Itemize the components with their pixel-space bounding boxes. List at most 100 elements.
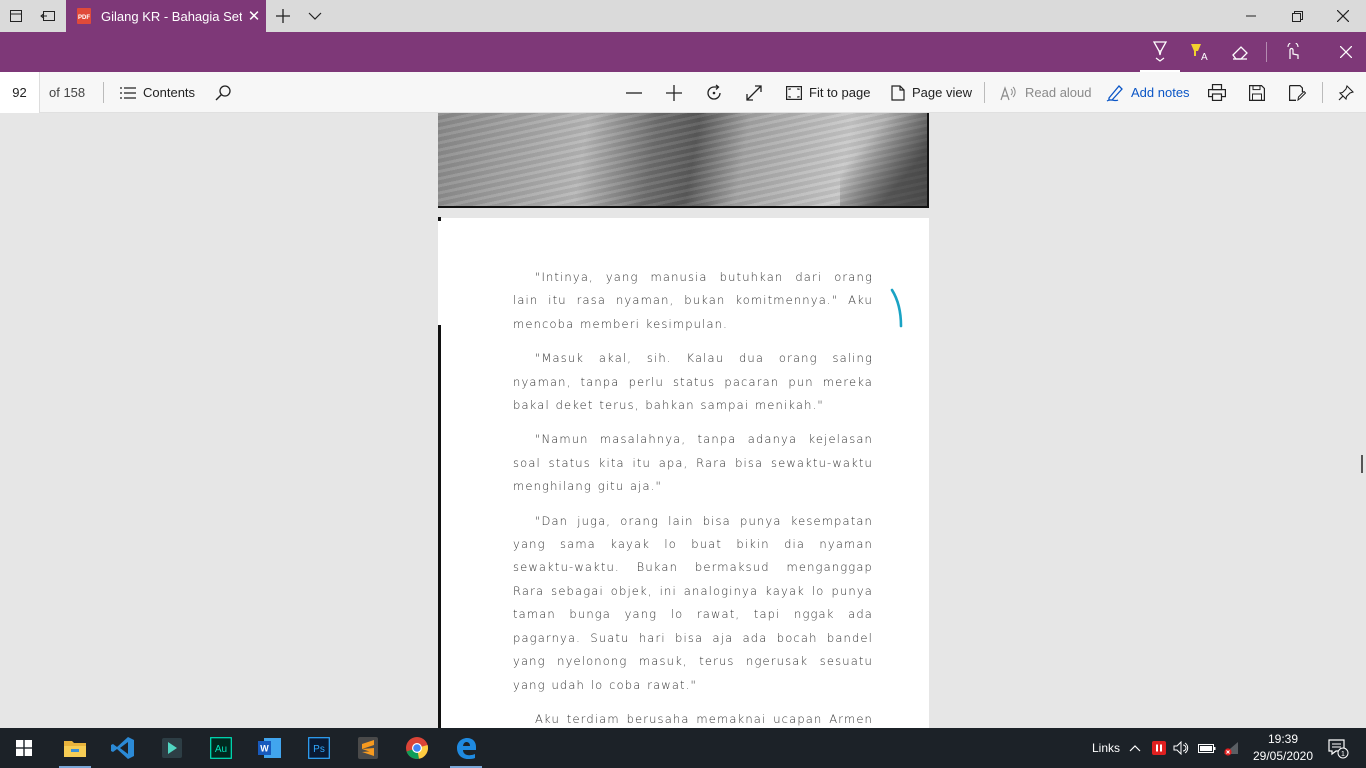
page-edge-line [438, 325, 441, 728]
tray-app-icon[interactable] [1149, 728, 1169, 768]
zoom-out-button[interactable] [614, 72, 654, 113]
search-button[interactable] [203, 72, 243, 113]
taskbar-app-photoshop[interactable]: Ps [295, 728, 343, 768]
new-tab-button[interactable] [267, 0, 299, 32]
clock-time: 19:39 [1267, 732, 1299, 746]
windows-icon [16, 740, 32, 756]
tab-active[interactable]: PDF Gilang KR - Bahagia Set ✕ [66, 0, 266, 32]
read-aloud-icon [1000, 85, 1016, 100]
pdf-page: "Intinya, yang manusia butuhkan dari ora… [438, 218, 929, 728]
save-icon [1249, 84, 1265, 101]
show-hidden-icons-button[interactable] [1125, 728, 1145, 768]
search-icon [215, 84, 231, 100]
volume-button[interactable] [1171, 728, 1191, 768]
zoom-in-button[interactable] [654, 72, 694, 113]
toolbar-separator [984, 82, 985, 103]
page-view-icon [891, 84, 905, 101]
clock[interactable]: 19:39 29/05/2020 [1252, 731, 1314, 765]
audition-icon: Au [210, 737, 232, 759]
plus-icon [666, 84, 682, 101]
paragraph: "Dan juga, orang lain bisa punya kesempa… [513, 513, 873, 692]
tab-actions-button[interactable] [0, 0, 32, 32]
chevron-down-icon [308, 12, 322, 20]
pin-icon [1338, 84, 1354, 100]
ink-stroke-annotation[interactable] [888, 288, 908, 330]
close-window-button[interactable] [1320, 0, 1366, 32]
taskbar-app-file-explorer[interactable] [51, 728, 99, 768]
taskbar: Au W Ps Links 19:39 29/05/2020 1 [0, 728, 1366, 768]
read-aloud-button[interactable]: Read aloud [1000, 72, 1092, 113]
network-button[interactable] [1220, 728, 1242, 768]
tabs-aside-icon [40, 11, 55, 21]
sublime-text-icon [358, 737, 378, 759]
svg-text:Ps: Ps [313, 744, 325, 755]
pin-toolbar-button[interactable] [1326, 72, 1366, 113]
chevron-up-icon [1129, 745, 1141, 752]
restore-button[interactable] [1274, 0, 1320, 32]
minus-icon [626, 91, 642, 94]
taskbar-app-word[interactable]: W [246, 728, 294, 768]
fit-to-page-button[interactable]: Fit to page [786, 72, 870, 113]
print-button[interactable] [1197, 72, 1237, 113]
scrollbar-thumb[interactable] [1361, 455, 1363, 473]
record-icon [1152, 741, 1166, 755]
full-screen-button[interactable] [734, 72, 774, 113]
highlighter-button[interactable]: A [1180, 32, 1220, 72]
expand-icon [746, 84, 762, 101]
chrome-icon [406, 737, 429, 759]
taskbar-app-filmora[interactable] [148, 728, 196, 768]
read-aloud-label: Read aloud [1025, 85, 1092, 100]
toolbar-separator [103, 82, 104, 103]
taskbar-app-edge[interactable] [442, 728, 490, 768]
ink-toolbar: A [0, 32, 1366, 72]
pdf-file-icon: PDF [77, 8, 91, 24]
save-as-button[interactable] [1277, 72, 1317, 113]
minimize-button[interactable] [1228, 0, 1274, 32]
start-button[interactable] [0, 728, 48, 768]
page-total: of 158 [49, 85, 86, 100]
restore-icon [1291, 10, 1303, 22]
document-viewer[interactable]: "Intinya, yang manusia butuhkan dari ora… [0, 113, 1366, 728]
close-ink-toolbar-button[interactable] [1326, 32, 1366, 72]
tab-preview-button[interactable] [299, 0, 331, 32]
taskbar-app-chrome[interactable] [393, 728, 441, 768]
taskbar-app-audition[interactable]: Au [197, 728, 245, 768]
eraser-icon [1232, 46, 1248, 60]
page-number-input[interactable]: 92 [0, 72, 40, 113]
taskbar-app-vscode[interactable] [99, 728, 147, 768]
folder-icon [64, 741, 86, 757]
notification-icon: 1 [1328, 739, 1349, 759]
pdf-toolbar: 92 of 158 Contents Fit to page Page view… [0, 72, 1366, 113]
save-button[interactable] [1237, 72, 1277, 113]
touch-writing-icon [1287, 43, 1299, 59]
title-bar: PDF Gilang KR - Bahagia Set ✕ [0, 0, 1366, 32]
svg-text:W: W [260, 744, 269, 754]
action-center-button[interactable]: 1 [1318, 728, 1358, 768]
taskbar-app-sublime-text[interactable] [344, 728, 392, 768]
paragraph: "Masuk akal, sih. Kalau dua orang saling… [513, 351, 873, 413]
rotate-icon [707, 83, 721, 100]
battery-button[interactable] [1196, 728, 1218, 768]
contents-label: Contents [143, 85, 196, 100]
page-view-label: Page view [912, 85, 972, 100]
touch-writing-button[interactable] [1273, 32, 1313, 72]
set-tabs-aside-button[interactable] [32, 0, 64, 32]
add-notes-label: Add notes [1131, 85, 1190, 100]
ink-separator [1266, 42, 1267, 62]
highlighter-icon: A [1191, 44, 1208, 62]
save-as-icon [1288, 84, 1306, 101]
ballpoint-pen-button[interactable] [1140, 32, 1180, 72]
tab-title: Gilang KR - Bahagia Set [101, 8, 242, 24]
links-toolbar[interactable]: Links [1092, 728, 1120, 768]
photoshop-icon: Ps [308, 737, 330, 759]
add-notes-button[interactable]: Add notes [1106, 72, 1190, 113]
close-tab-button[interactable]: ✕ [242, 7, 266, 25]
eraser-button[interactable] [1220, 32, 1260, 72]
page-view-button[interactable]: Page view [891, 72, 972, 113]
printer-icon [1208, 84, 1226, 101]
vscode-icon [111, 737, 134, 759]
contents-button[interactable]: Contents [120, 72, 195, 113]
rotate-button[interactable] [694, 72, 734, 113]
pdf-badge-text: PDF [78, 15, 90, 21]
tab-actions-icon [10, 10, 22, 22]
